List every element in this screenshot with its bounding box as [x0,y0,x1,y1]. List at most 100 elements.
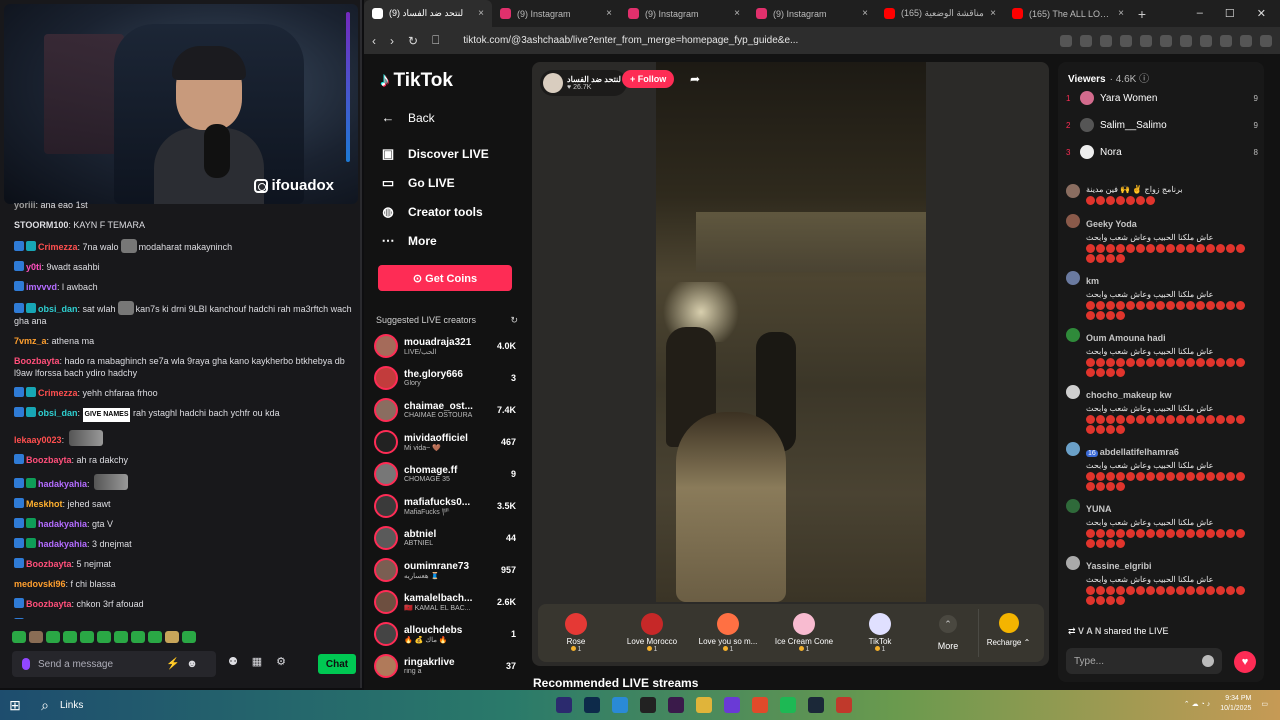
chat-username[interactable]: abdellatifelhamra6 [1100,447,1179,457]
search-icon[interactable]: ⌕ [30,697,60,714]
back-link[interactable]: ← Back [380,110,435,126]
emote[interactable] [148,631,162,643]
discord-icon[interactable] [724,697,740,713]
chat-username[interactable]: hadakyahia [38,519,87,529]
chat-username[interactable]: Geeky Yoda [1086,219,1137,229]
creator-item[interactable]: mafiafucks0... MafiaFucks 🏴 3.5K [374,492,516,520]
maximize-icon[interactable]: ☐ [1225,7,1235,20]
gift-more-button[interactable]: ⌃ More [918,615,978,651]
after-effects-icon[interactable] [668,697,684,713]
creator-item[interactable]: mouadraja321 LIVE/الحب 4.0K [374,332,516,360]
emote[interactable] [131,631,145,643]
premiere-icon[interactable] [556,697,572,713]
follow-button[interactable]: + Follow [622,70,675,88]
mic-icon[interactable] [22,658,30,670]
extension-icon[interactable] [1100,34,1112,47]
extension-icon[interactable] [1060,34,1072,47]
gift-item[interactable]: Ice Cream Cone 1 [766,613,842,653]
emoji-icon[interactable]: ☻ [186,658,198,670]
top-viewer[interactable]: 1 Yara Women 9 [1066,89,1258,107]
app-icon[interactable] [836,697,852,713]
chat-username[interactable]: chocho_makeup kw [1086,390,1172,400]
chat-username[interactable]: yoriii [14,200,36,210]
emote[interactable] [182,631,196,643]
clock[interactable]: 9:34 PM 10/1/2025 [1220,694,1251,714]
get-coins-button[interactable]: ⊙ Get Coins [378,265,512,291]
gift-icon[interactable]: ▦ [250,655,264,669]
creator-item[interactable]: chaimae_ost... CHAIMAE OSTOURA 7.4K [374,396,516,424]
emote[interactable] [12,631,26,643]
chat-username[interactable]: Boozbayta [14,356,60,366]
extension-icon[interactable] [1120,34,1132,47]
app-icon[interactable] [612,697,628,713]
chat-avatar[interactable] [1066,184,1080,198]
creator-item[interactable]: abtniel ABTNIEL 44 [374,524,516,552]
extension-icon[interactable] [1180,34,1192,47]
chat-username[interactable]: obsi_dan [38,408,78,418]
gift-item[interactable]: Love Morocco 1 [614,613,690,653]
close-icon[interactable]: ✕ [1257,7,1266,20]
browser-tab[interactable]: (9) Instagram × [492,0,620,27]
host-info[interactable]: لنتحد ضد الفساد ♥ 26.7K [540,70,627,96]
live-chat-input[interactable] [1074,655,1194,667]
emote[interactable] [29,631,43,643]
points-icon[interactable]: ⚉ [226,655,240,669]
chat-username[interactable]: YUNA [1086,504,1112,514]
chat-username[interactable]: Boozbayta [26,455,72,465]
close-icon[interactable]: × [478,8,484,19]
send-message-input[interactable] [38,658,158,670]
close-icon[interactable]: × [990,8,996,19]
creator-item[interactable]: oumimrane73 ه‍عساريه 🧵 957 [374,556,516,584]
extension-icon[interactable] [1080,34,1092,47]
reload-icon[interactable]: ↻ [408,34,418,48]
chat-avatar[interactable] [1066,214,1080,228]
chat-username[interactable]: Boozbayta [26,559,72,569]
new-tab-button[interactable]: + [1132,6,1152,22]
extension-icon[interactable] [1220,34,1232,47]
gift-item[interactable]: TikTok 1 [842,613,918,653]
close-icon[interactable]: × [606,8,612,19]
emote-picker-icon[interactable]: ⚡ [166,658,180,670]
gift-item[interactable]: Love you so m... 1 [690,613,766,653]
chat-username[interactable]: imvvvd [26,282,57,292]
extension-icon[interactable] [1160,34,1172,47]
emoji-icon[interactable] [1202,655,1214,667]
chat-avatar[interactable] [1066,556,1080,570]
chat-username[interactable]: Meskhot [26,499,63,509]
chat-username[interactable]: hadakyahia [38,539,87,549]
tray-icons[interactable]: ⌃ ☁ ◔ ♪ [1184,700,1210,708]
chat-username[interactable]: obsi_dan [38,304,78,314]
share-icon[interactable]: ➦ [690,72,700,86]
emote[interactable] [63,631,77,643]
chat-avatar[interactable] [1066,499,1080,513]
chat-username[interactable]: lekaay0023 [14,435,62,445]
emote[interactable] [80,631,94,643]
nav-more[interactable]: ⋯ More [380,233,437,249]
notification-icon[interactable]: ▭ [1261,700,1268,708]
creator-item[interactable]: kamalelbach... 🇲🇦 KAMAL EL BAC... 2.6K [374,588,516,616]
minimize-icon[interactable]: – [1197,7,1203,20]
browser-tab[interactable]: (165) The ALL LOGITECH G × [1004,0,1132,27]
recharge-button[interactable]: Recharge ⌃ [978,609,1038,657]
obs-icon[interactable] [640,697,656,713]
extension-icon[interactable] [1240,34,1252,47]
emote[interactable] [97,631,111,643]
browser-tab[interactable]: (9) Instagram × [620,0,748,27]
chat-username[interactable]: Crimezza [38,242,78,252]
gift-item[interactable]: Rose 1 [538,613,614,653]
photoshop-icon[interactable] [584,697,600,713]
forward-arrow-icon[interactable]: › [390,34,394,48]
heart-icon[interactable]: ♥ [1234,651,1256,673]
extension-icon[interactable] [1260,34,1272,47]
spotify-icon[interactable] [780,697,796,713]
chat-username[interactable]: km [1086,276,1099,286]
chat-username[interactable]: Yassine_elgribi [1086,561,1152,571]
live-video[interactable] [656,62,926,602]
chat-username[interactable]: medovski96 [14,579,66,589]
creator-item[interactable]: allouchdebs 🔥 💰 ماك 🔥 1 [374,620,516,648]
top-viewer[interactable]: 2 Salim__Salimo 9 [1066,116,1258,134]
chat-send-button[interactable]: Chat [318,654,356,674]
close-icon[interactable]: × [862,8,868,19]
nav-go-live[interactable]: ▭ Go LIVE [380,175,455,191]
chat-username[interactable]: hadakyahia [38,479,87,489]
